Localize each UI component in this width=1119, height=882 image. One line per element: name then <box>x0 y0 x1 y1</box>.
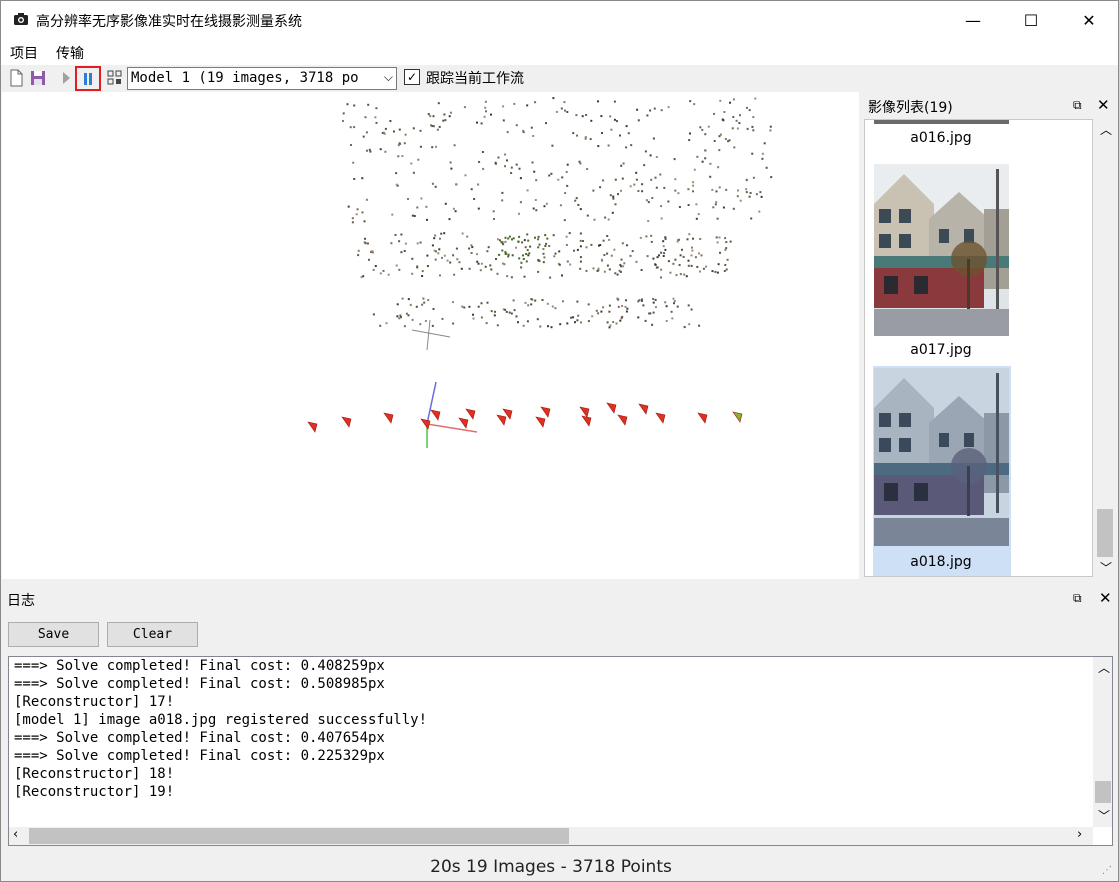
thumbnail-a018[interactable] <box>874 368 1009 546</box>
grid-icon[interactable] <box>106 69 124 87</box>
close-icon[interactable]: ✕ <box>1099 589 1112 607</box>
log-vertical-scrollbar[interactable]: ︿ ﹀ <box>1093 657 1112 827</box>
scrollbar-thumb[interactable] <box>1097 509 1113 557</box>
save-button[interactable]: Save <box>8 622 99 647</box>
close-icon[interactable]: ✕ <box>1097 96 1110 114</box>
window-title: 高分辨率无序影像准实时在线摄影测量系统 <box>36 14 302 30</box>
check-icon: ✓ <box>406 70 418 84</box>
chevron-down-icon[interactable]: ﹀ <box>1098 807 1110 824</box>
play-icon[interactable] <box>57 69 75 87</box>
log-line: ===> Solve completed! Final cost: 0.2253… <box>14 748 385 764</box>
chevron-down-icon: ⌵ <box>383 70 393 84</box>
clear-button[interactable]: Clear <box>107 622 198 647</box>
thumbnail-a016[interactable] <box>874 120 1009 124</box>
toolbar: Model 1 (19 images, 3718 po ⌵ ✓ 跟踪当前工作流 <box>1 65 1118 92</box>
new-file-icon[interactable] <box>7 69 25 87</box>
maximize-icon: ☐ <box>1023 10 1039 30</box>
log-line: ===> Solve completed! Final cost: 0.4082… <box>14 658 385 674</box>
log-line: [Reconstructor] 19! <box>14 784 175 800</box>
chevron-left-icon[interactable]: ‹ <box>13 827 18 842</box>
minimize-icon: — <box>965 10 981 30</box>
chevron-up-icon[interactable]: ︿ <box>1100 121 1112 138</box>
image-list-title: 影像列表(19) <box>868 100 953 116</box>
image-list-dock-title: 影像列表(19) ⧉ ✕ <box>863 93 1118 119</box>
scrollbar-thumb[interactable] <box>1095 781 1111 803</box>
chevron-up-icon[interactable]: ︿ <box>1098 659 1110 676</box>
log-output[interactable]: ===> Solve completed! Final cost: 0.4082… <box>8 656 1113 846</box>
menu-bar: 项目 传输 <box>1 39 1118 65</box>
pause-icon <box>84 73 92 85</box>
log-line: [model 1] image a018.jpg registered succ… <box>14 712 428 728</box>
log-line: [Reconstructor] 17! <box>14 694 175 710</box>
scrollbar-thumb[interactable] <box>29 828 569 844</box>
resize-grip-icon[interactable]: ⋰ <box>1102 865 1112 876</box>
status-bar: 20s 19 Images - 3718 Points ⋰ <box>1 853 1118 881</box>
maximize-button[interactable]: ☐ <box>1002 1 1060 39</box>
list-item-caption[interactable]: a017.jpg <box>866 342 1016 358</box>
track-workflow-label[interactable]: 跟踪当前工作流 <box>426 68 524 88</box>
float-icon[interactable]: ⧉ <box>1073 591 1082 606</box>
model-select-value: Model 1 (19 images, 3718 po <box>131 70 359 86</box>
main-window: 高分辨率无序影像准实时在线摄影测量系统 — ☐ ✕ 项目 传输 Model 1 … <box>0 0 1119 882</box>
point-cloud-canvas[interactable] <box>2 92 859 579</box>
image-list[interactable]: a016.jpg a017.jpg a018.jpg <box>864 119 1093 577</box>
track-workflow-checkbox[interactable]: ✓ <box>404 69 420 85</box>
menu-transfer[interactable]: 传输 <box>56 43 84 63</box>
close-icon: ✕ <box>1082 10 1096 30</box>
float-icon[interactable]: ⧉ <box>1073 98 1082 113</box>
log-horizontal-scrollbar[interactable]: ‹ › <box>9 827 1093 845</box>
chevron-down-icon[interactable]: ﹀ <box>1100 559 1112 576</box>
menu-project[interactable]: 项目 <box>10 43 38 63</box>
log-line: ===> Solve completed! Final cost: 0.5089… <box>14 676 385 692</box>
model-select[interactable]: Model 1 (19 images, 3718 po ⌵ <box>127 67 397 90</box>
chevron-right-icon[interactable]: › <box>1077 827 1082 842</box>
point-cloud-viewer[interactable] <box>2 92 859 579</box>
status-text: 20s 19 Images - 3718 Points <box>430 857 672 877</box>
log-line: [Reconstructor] 18! <box>14 766 175 782</box>
minimize-button[interactable]: — <box>944 1 1002 39</box>
image-list-scrollbar[interactable]: ︿ ﹀ <box>1095 119 1115 577</box>
camera-icon <box>14 13 28 25</box>
close-button[interactable]: ✕ <box>1060 1 1118 39</box>
list-item-caption[interactable]: a016.jpg <box>866 130 1016 146</box>
pause-button[interactable] <box>75 66 101 91</box>
log-title: 日志 <box>7 593 35 609</box>
save-icon[interactable] <box>29 69 47 87</box>
thumbnail-a017[interactable] <box>874 164 1009 336</box>
log-dock-title: 日志 ⧉ ✕ <box>2 586 1118 612</box>
list-item-caption[interactable]: a018.jpg <box>866 554 1016 570</box>
log-line: ===> Solve completed! Final cost: 0.4076… <box>14 730 385 746</box>
title-bar: 高分辨率无序影像准实时在线摄影测量系统 — ☐ ✕ <box>1 1 1118 39</box>
